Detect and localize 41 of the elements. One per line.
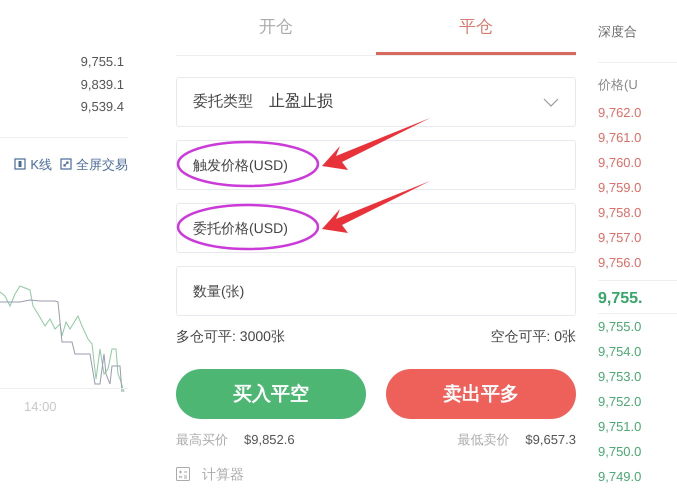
ask-price: 9,759.0: [598, 179, 642, 197]
depth-merge-label: 深度合: [598, 23, 638, 41]
price-limit-value: $9,657.3: [525, 431, 576, 449]
input-field[interactable]: 数量(张): [176, 266, 576, 316]
tab[interactable]: 开仓: [176, 0, 376, 55]
order-type-dropdown[interactable]: 委托类型 止盈止损: [176, 77, 576, 127]
ask-price: 9,762.0: [598, 104, 642, 122]
long-available-text: 多仓可平: 3000张: [176, 327, 285, 346]
bid-price: 9,755.0: [598, 318, 642, 336]
ask-price: 9,760.0: [598, 154, 642, 172]
price-column-header: 价格(U: [598, 76, 639, 94]
chart-tool-button[interactable]: 全屏交易: [60, 154, 128, 174]
short-available-text: 空仓可平: 0张: [490, 327, 576, 346]
price-limit-label: 最低卖价: [457, 431, 510, 449]
calculator-button[interactable]: 计算器: [176, 464, 244, 484]
ask-price: 9,756.0: [598, 254, 642, 272]
price-limit-value: $9,852.6: [244, 431, 295, 449]
ask-price: 9,757.0: [598, 229, 642, 247]
ask-price: 9,758.0: [598, 204, 642, 222]
bid-price: 9,749.0: [598, 468, 642, 486]
calculator-icon: [176, 467, 190, 481]
input-field[interactable]: 触发价格(USD): [176, 140, 576, 190]
bid-price: 9,750.0: [598, 443, 642, 461]
chevron-down-icon: [543, 98, 559, 106]
input-field[interactable]: 委托价格(USD): [176, 203, 576, 253]
candlestick-icon: [14, 158, 26, 170]
bid-price: 9,753.0: [598, 368, 642, 386]
expand-icon: [60, 158, 72, 170]
buy-button[interactable]: 买入平空: [176, 369, 366, 419]
bid-price: 9,751.0: [598, 418, 642, 436]
bid-price: 9,754.0: [598, 343, 642, 361]
bid-price: 9,752.0: [598, 393, 642, 411]
last-price: 9,755.: [598, 289, 644, 309]
chart-tool-button[interactable]: K线: [14, 154, 52, 174]
stat-value: 9,839.1: [80, 76, 124, 94]
stat-value: 9,755.1: [80, 53, 124, 71]
sell-button[interactable]: 卖出平多: [386, 369, 576, 419]
ask-price: 9,761.0: [598, 129, 642, 147]
stat-value: 9,539.4: [80, 98, 124, 116]
price-limit-label: 最高买价: [176, 431, 228, 449]
tab[interactable]: 平仓: [376, 0, 576, 55]
